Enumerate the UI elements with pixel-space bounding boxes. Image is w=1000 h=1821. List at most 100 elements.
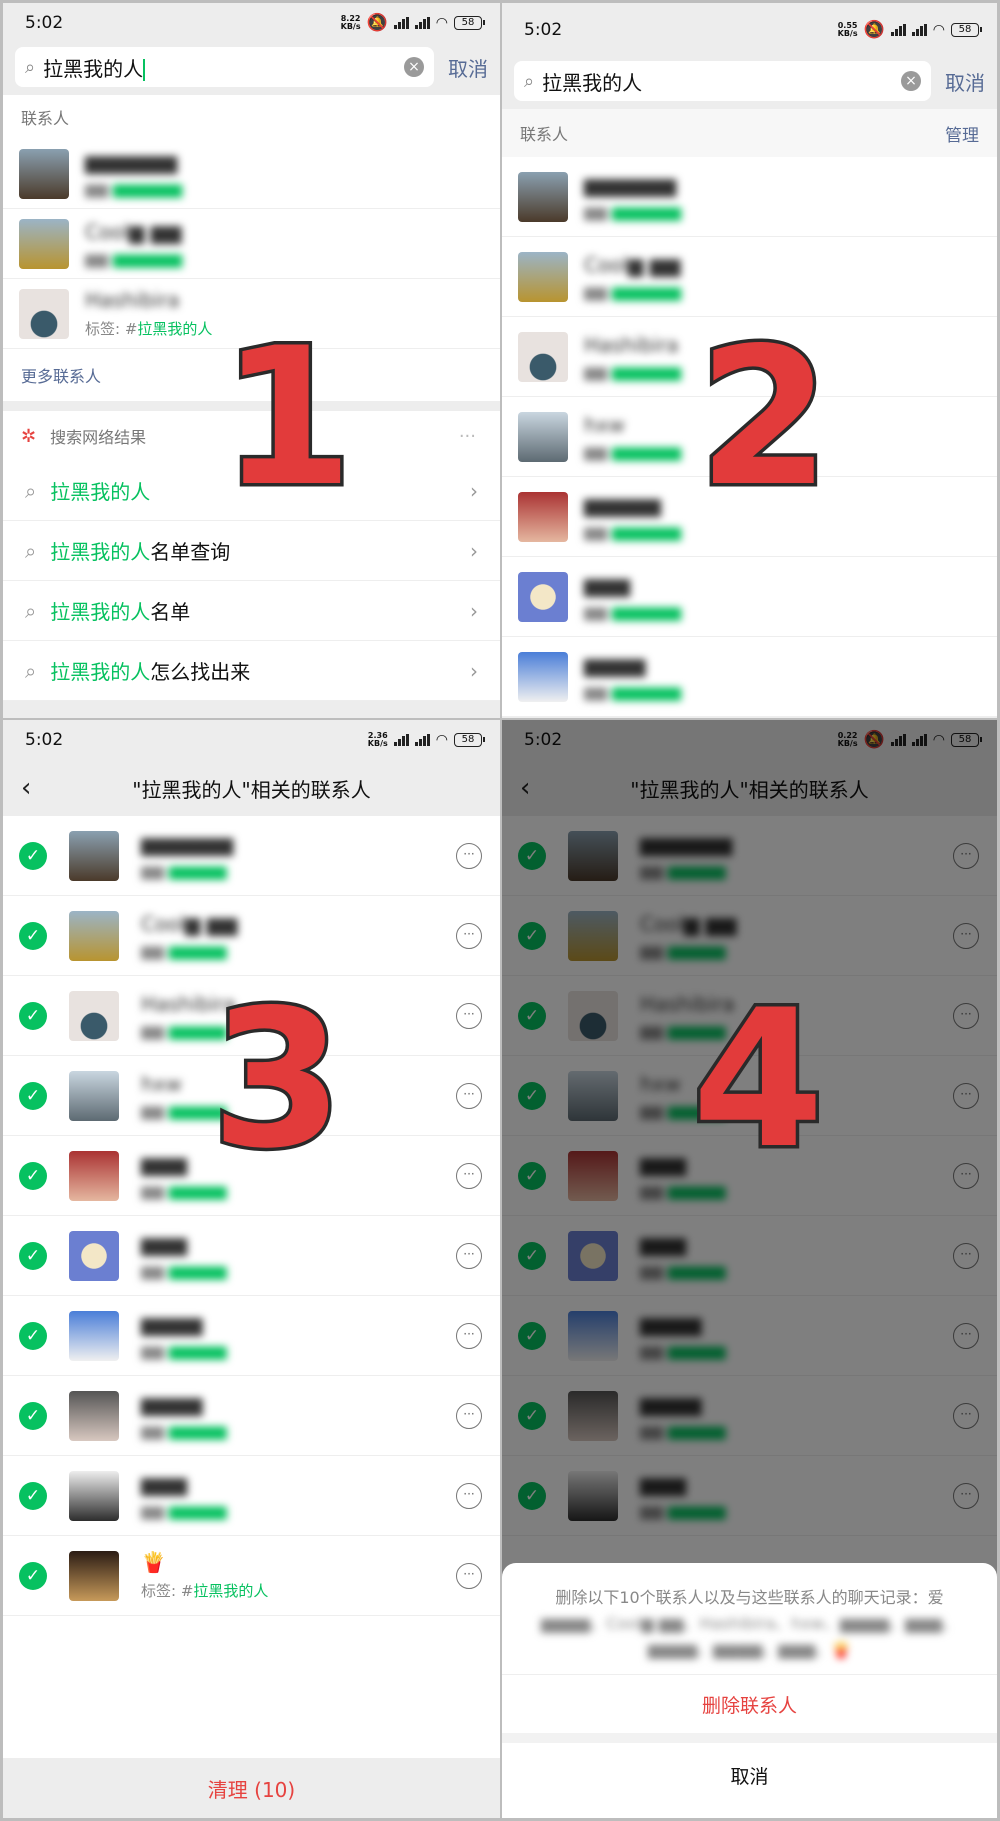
- page-title: "拉黑我的人"相关的联系人: [132, 777, 371, 802]
- search-icon: ⌕: [524, 70, 535, 92]
- action-sheet: 删除以下10个联系人以及与这些联系人的聊天记录：爱 ▆▆▆▆、Cool▆ ▆▆、H…: [502, 1563, 997, 1818]
- suggestion-item[interactable]: ⌕ 拉黑我的人怎么找出来 ›: [3, 641, 500, 701]
- more-icon[interactable]: ···: [456, 1242, 482, 1269]
- avatar: [69, 1550, 119, 1601]
- cancel-button[interactable]: 取消: [945, 67, 985, 96]
- avatar: [518, 651, 568, 702]
- contact-item[interactable]: ▆▆▆▆▆▆ ▆▆ ▆▆▆▆▆▆: [502, 157, 997, 237]
- avatar: [69, 1470, 119, 1521]
- navigation-bar: ‹ "拉黑我的人"相关的联系人: [3, 760, 500, 816]
- panel-1-search-results: 5:02 8.22 KB/s 🔕 ◠ 58 ⌕ 拉黑我的人 × 取消 联系人 ▆…: [3, 3, 500, 718]
- tag-label: 标签: #: [141, 1582, 194, 1600]
- avatar: [69, 1310, 119, 1361]
- cancel-button[interactable]: 取消: [448, 53, 488, 82]
- suggestion-item[interactable]: ⌕ 拉黑我的人名单查询 ›: [3, 521, 500, 581]
- check-icon[interactable]: ✓: [19, 1081, 47, 1110]
- contact-item[interactable]: ▆▆▆ ▆▆ ▆▆▆▆▆▆: [502, 557, 997, 637]
- check-icon[interactable]: ✓: [19, 1321, 47, 1350]
- clear-icon[interactable]: ×: [901, 71, 921, 91]
- battery-icon: 58: [454, 16, 485, 30]
- more-icon[interactable]: ···: [456, 922, 482, 949]
- check-icon[interactable]: ✓: [19, 921, 47, 950]
- search-text: 拉黑我的人: [542, 70, 643, 95]
- delete-contacts-button[interactable]: 删除联系人: [502, 1675, 997, 1743]
- avatar: [518, 571, 568, 622]
- contact-item[interactable]: ✓▆▆▆▆▆▆ ▆▆▆▆▆···: [3, 1376, 500, 1456]
- more-icon[interactable]: ···: [456, 1002, 482, 1029]
- clock: 5:02: [524, 20, 563, 40]
- more-icon[interactable]: ···: [456, 842, 482, 869]
- contact-item[interactable]: ✓▆▆▆▆▆ ▆▆▆▆▆···: [3, 1456, 500, 1536]
- status-bar: 5:02 2.36 KB/s ◠ 58: [3, 720, 500, 760]
- text-cursor: [143, 59, 146, 81]
- more-icon[interactable]: ···: [456, 1402, 482, 1429]
- status-bar: 5:02 8.22 KB/s 🔕 ◠ 58: [3, 3, 500, 43]
- contact-item[interactable]: ✓ 🍟 标签: #拉黑我的人 ···: [3, 1536, 500, 1616]
- contact-item[interactable]: ▆▆▆▆▆▆ ▆▆ ▆▆▆▆▆▆: [3, 139, 500, 209]
- more-icon[interactable]: ···: [456, 1162, 482, 1189]
- clear-icon[interactable]: ×: [404, 57, 424, 77]
- avatar: [19, 288, 69, 339]
- signal-icon: [890, 24, 906, 36]
- screenshot-collage: 5:02 8.22 KB/s 🔕 ◠ 58 ⌕ 拉黑我的人 × 取消 联系人 ▆…: [0, 0, 1000, 1821]
- more-icon[interactable]: ···: [456, 1482, 482, 1509]
- check-icon[interactable]: ✓: [19, 1401, 47, 1430]
- search-web-icon: ✲: [21, 425, 37, 447]
- avatar: [19, 148, 69, 199]
- tag-value: 拉黑我的人: [193, 1582, 269, 1600]
- battery-icon: 58: [454, 733, 485, 747]
- signal-icon: [393, 17, 409, 29]
- battery-icon: 58: [951, 23, 982, 37]
- signal-icon: [414, 734, 430, 746]
- search-icon: ⌕: [25, 658, 37, 683]
- tag-label: 标签: #: [85, 320, 138, 338]
- wifi-icon: ◠: [435, 732, 448, 748]
- status-bar: 5:02 0.55 KB/s 🔕 ◠ 58: [502, 3, 997, 57]
- search-icon: ⌕: [25, 598, 37, 623]
- avatar: [69, 1150, 119, 1201]
- contact-item[interactable]: ✓▆▆▆▆▆▆ ▆▆▆▆▆···: [3, 1296, 500, 1376]
- check-icon[interactable]: ✓: [19, 1241, 47, 1270]
- avatar: [69, 1070, 119, 1121]
- avatar: [518, 491, 568, 542]
- search-icon: ⌕: [25, 56, 36, 78]
- check-icon[interactable]: ✓: [19, 1481, 47, 1510]
- more-icon[interactable]: ···: [456, 1322, 482, 1349]
- mute-icon: 🔕: [366, 13, 388, 33]
- step-label: 1: [217, 307, 356, 528]
- search-icon: ⌕: [25, 478, 37, 503]
- avatar: [518, 171, 568, 222]
- search-input[interactable]: ⌕ 拉黑我的人 ×: [514, 61, 931, 101]
- more-icon[interactable]: ···: [456, 1562, 482, 1589]
- contact-item[interactable]: Cool▆ ▆▆ ▆▆ ▆▆▆▆▆▆: [3, 209, 500, 279]
- cancel-button[interactable]: 取消: [502, 1743, 997, 1808]
- clean-button[interactable]: 清理 (10): [3, 1758, 500, 1818]
- search-input[interactable]: ⌕ 拉黑我的人 ×: [15, 47, 434, 87]
- clock: 5:02: [25, 13, 64, 33]
- contact-item[interactable]: Cool▆ ▆▆ ▆▆ ▆▆▆▆▆▆: [502, 237, 997, 317]
- contact-item[interactable]: ▆▆▆▆ ▆▆ ▆▆▆▆▆▆: [502, 637, 997, 717]
- avatar: [518, 411, 568, 462]
- suggestion-item[interactable]: ⌕ 拉黑我的人名单 ›: [3, 581, 500, 641]
- contact-item[interactable]: ✓Cool▆ ▆▆▆▆ ▆▆▆▆▆···: [3, 896, 500, 976]
- search-text: 拉黑我的人: [43, 56, 144, 81]
- manage-button[interactable]: 管理: [945, 121, 979, 146]
- net-speed: 8.22 KB/s: [340, 14, 361, 31]
- check-icon[interactable]: ✓: [19, 1561, 47, 1590]
- more-icon[interactable]: ···: [456, 1082, 482, 1109]
- avatar: [69, 990, 119, 1041]
- contact-item[interactable]: ✓▆▆▆▆▆ ▆▆▆▆▆···: [3, 1216, 500, 1296]
- check-icon[interactable]: ✓: [19, 1001, 47, 1030]
- chevron-right-icon: ›: [470, 538, 478, 563]
- clock: 5:02: [25, 730, 64, 750]
- avatar: [69, 830, 119, 881]
- contact-item[interactable]: ✓▆▆▆▆▆▆▆▆ ▆▆▆▆▆···: [3, 816, 500, 896]
- more-options-icon[interactable]: ···: [459, 426, 476, 447]
- check-icon[interactable]: ✓: [19, 841, 47, 870]
- check-icon[interactable]: ✓: [19, 1161, 47, 1190]
- panel-3-select-contacts: 5:02 2.36 KB/s ◠ 58 ‹ "拉黑我的人"相关的联系人 ✓ ▆▆▆▆…: [3, 720, 500, 1818]
- back-icon[interactable]: ‹: [21, 773, 31, 803]
- step-label: 3: [207, 969, 346, 1190]
- avatar: [69, 1390, 119, 1441]
- net-speed: 0.55 KB/s: [837, 21, 858, 38]
